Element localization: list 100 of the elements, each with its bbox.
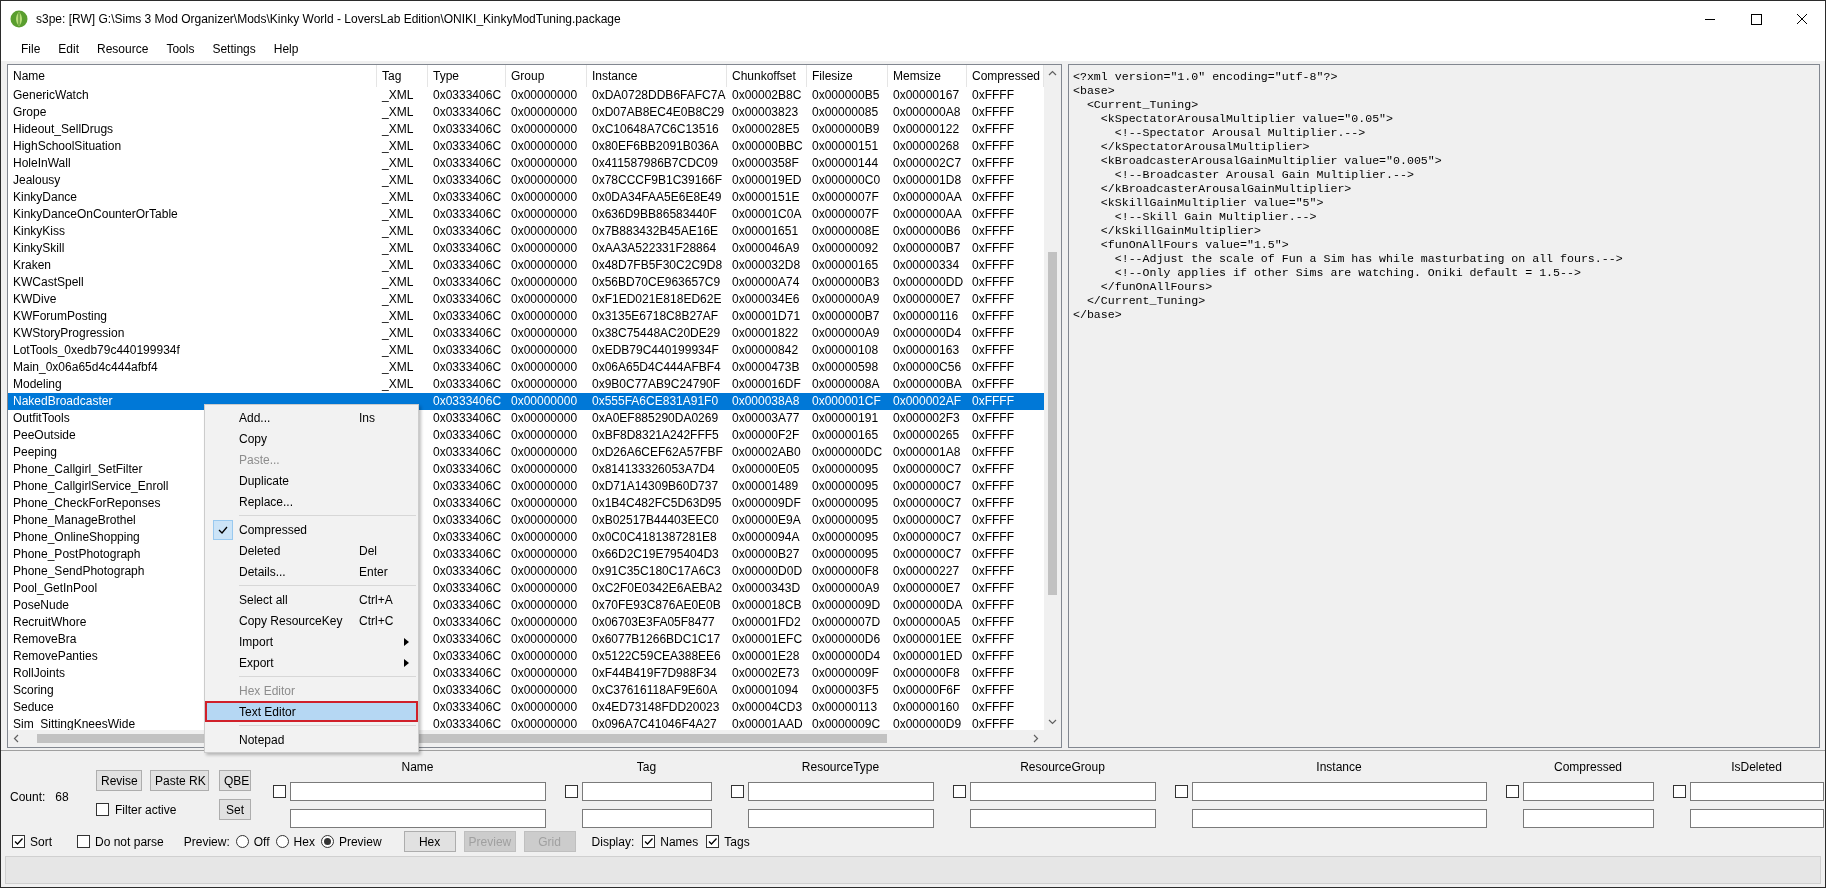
table-cell: 0x0333406C bbox=[433, 717, 502, 730]
table-cell: 0x0000008A bbox=[812, 377, 880, 391]
radio-button[interactable] bbox=[235, 835, 249, 849]
filter-field[interactable] bbox=[1192, 809, 1487, 828]
menu-item[interactable]: Replace... bbox=[207, 491, 416, 512]
menu-item[interactable]: Import bbox=[207, 631, 416, 652]
filter-field[interactable] bbox=[582, 782, 712, 801]
filter-field[interactable] bbox=[970, 809, 1156, 828]
menu-item[interactable]: Notepad bbox=[207, 729, 416, 750]
filter-field[interactable] bbox=[1523, 782, 1654, 801]
table-cell: 0x00000000 bbox=[511, 513, 578, 527]
table-cell: Scoring bbox=[13, 683, 54, 697]
table-cell: 0x00000000 bbox=[511, 479, 578, 493]
table-cell: 0x00000000 bbox=[511, 717, 578, 730]
column-header[interactable]: Name bbox=[8, 65, 377, 87]
table-cell: 0x00003823 bbox=[732, 105, 799, 119]
column-header[interactable]: Filesize bbox=[807, 65, 888, 87]
menu-item[interactable]: Add... Ins bbox=[207, 407, 416, 428]
code-line: </Current_Tuning> bbox=[1085, 294, 1206, 308]
vertical-scrollbar[interactable] bbox=[1044, 65, 1061, 730]
code-line: <!--Adjust the scale of Fun a Sim has while masturbating on all fours.--> bbox=[1113, 252, 1623, 266]
filter-field[interactable] bbox=[748, 809, 934, 828]
checkbox[interactable] bbox=[1673, 785, 1686, 798]
filter-field[interactable] bbox=[970, 782, 1156, 801]
checkbox[interactable] bbox=[1506, 785, 1519, 798]
filter-field[interactable] bbox=[290, 809, 546, 828]
column-header[interactable]: Tag bbox=[377, 65, 428, 87]
menu-item[interactable]: Details... Enter bbox=[207, 561, 416, 582]
radio-button[interactable] bbox=[275, 835, 289, 849]
table-cell: 0xFFFF bbox=[972, 275, 1014, 289]
menu-item[interactable]: Settings bbox=[203, 39, 265, 59]
filter-field[interactable] bbox=[1192, 782, 1487, 801]
checkbox[interactable] bbox=[12, 835, 25, 849]
table-cell: _XML bbox=[382, 88, 414, 102]
table-cell: 0x00000165 bbox=[812, 428, 879, 442]
table-cell: 0xFFFF bbox=[972, 462, 1014, 476]
checkbox[interactable] bbox=[953, 785, 966, 798]
table-cell: 0x000000DA bbox=[893, 598, 963, 612]
menu-item[interactable]: Edit bbox=[49, 39, 89, 59]
button[interactable]: Hex bbox=[403, 831, 456, 853]
button[interactable]: Paste RK bbox=[150, 770, 209, 791]
button[interactable]: Revise bbox=[96, 770, 142, 791]
button[interactable]: QBE bbox=[219, 770, 251, 791]
checkbox[interactable] bbox=[96, 803, 109, 816]
table-cell: 0xD71A14309B60D737 bbox=[592, 479, 719, 493]
table-cell: 0x0333406C bbox=[433, 428, 502, 442]
table-cell: 0xFFFF bbox=[972, 207, 1014, 221]
menu-item[interactable]: File bbox=[12, 39, 50, 59]
table-cell: 0x00000E9A bbox=[732, 513, 801, 527]
column-header[interactable]: Group bbox=[506, 65, 587, 87]
table-cell: _XML bbox=[382, 139, 414, 153]
checkbox[interactable] bbox=[731, 785, 744, 798]
radio-button[interactable] bbox=[320, 835, 334, 849]
checkbox[interactable] bbox=[77, 835, 90, 849]
menu-item[interactable]: Duplicate bbox=[207, 470, 416, 491]
filter-field[interactable] bbox=[582, 809, 712, 828]
checkbox[interactable] bbox=[1175, 785, 1188, 798]
column-header[interactable]: Instance bbox=[587, 65, 727, 87]
column-header[interactable]: Memsize bbox=[888, 65, 967, 87]
menu-item[interactable]: Compressed bbox=[207, 519, 416, 540]
table-cell: 0x00001651 bbox=[732, 224, 799, 238]
column-header[interactable]: Type bbox=[428, 65, 506, 87]
checkbox[interactable] bbox=[273, 785, 286, 798]
table-cell: 0xFFFF bbox=[972, 190, 1014, 204]
menu-item[interactable]: Copy ResourceKey Ctrl+C bbox=[207, 610, 416, 631]
table-cell: 0x00000000 bbox=[511, 683, 578, 697]
filter-field[interactable] bbox=[1523, 809, 1654, 828]
table-cell: 0xFFFF bbox=[972, 122, 1014, 136]
column-label: ResourceGroup bbox=[1019, 760, 1106, 775]
selected-row[interactable]: NakedBroadcaster 0x0333406C 0x00000000 0x555FA6CE831A91F0 0x000038A8 0x000001CF 0x000002AF 0xFFFF bbox=[8, 393, 1044, 410]
filter-field[interactable] bbox=[1690, 782, 1824, 801]
button[interactable]: Set bbox=[219, 799, 251, 820]
menu-item[interactable]: Select all Ctrl+A bbox=[207, 589, 416, 610]
table-cell: 0x0000473B bbox=[732, 360, 800, 374]
menu-item[interactable]: Resource bbox=[88, 39, 158, 59]
menu-item[interactable]: Copy bbox=[207, 428, 416, 449]
scrollbar-thumb[interactable] bbox=[1048, 252, 1057, 595]
table-cell: 0x00000000 bbox=[511, 224, 578, 238]
menu-item[interactable]: Help bbox=[264, 39, 308, 59]
table-cell: 0x00000085 bbox=[812, 105, 879, 119]
table-cell: 0x0000009F bbox=[812, 666, 879, 680]
table-cell: 0x000034E6 bbox=[732, 292, 800, 306]
menu-item[interactable]: Deleted Del bbox=[207, 540, 416, 561]
filter-field[interactable] bbox=[748, 782, 934, 801]
filter-field[interactable] bbox=[290, 782, 546, 801]
menu-item[interactable]: Tools bbox=[157, 39, 204, 59]
checkbox[interactable] bbox=[565, 785, 578, 798]
table-cell: 0x9B0C77AB9C24790F bbox=[592, 377, 721, 391]
table-cell: 0x00000122 bbox=[893, 122, 960, 136]
table-cell: 0x0000007F bbox=[812, 207, 879, 221]
filter-field[interactable] bbox=[1690, 809, 1824, 828]
menu-item[interactable]: Export bbox=[207, 652, 416, 673]
table-cell: 0xFFFF bbox=[972, 717, 1014, 730]
menu-item[interactable]: Text Editor bbox=[205, 701, 418, 722]
column-header[interactable]: Chunkoffset bbox=[727, 65, 807, 87]
table-cell: LotTools_0xedb79c440199934f bbox=[13, 343, 180, 357]
checkbox[interactable] bbox=[642, 835, 656, 849]
table-cell: 0x0333406C bbox=[433, 411, 502, 425]
table-cell: 0x000002AF bbox=[893, 394, 962, 408]
checkbox[interactable] bbox=[706, 835, 720, 849]
